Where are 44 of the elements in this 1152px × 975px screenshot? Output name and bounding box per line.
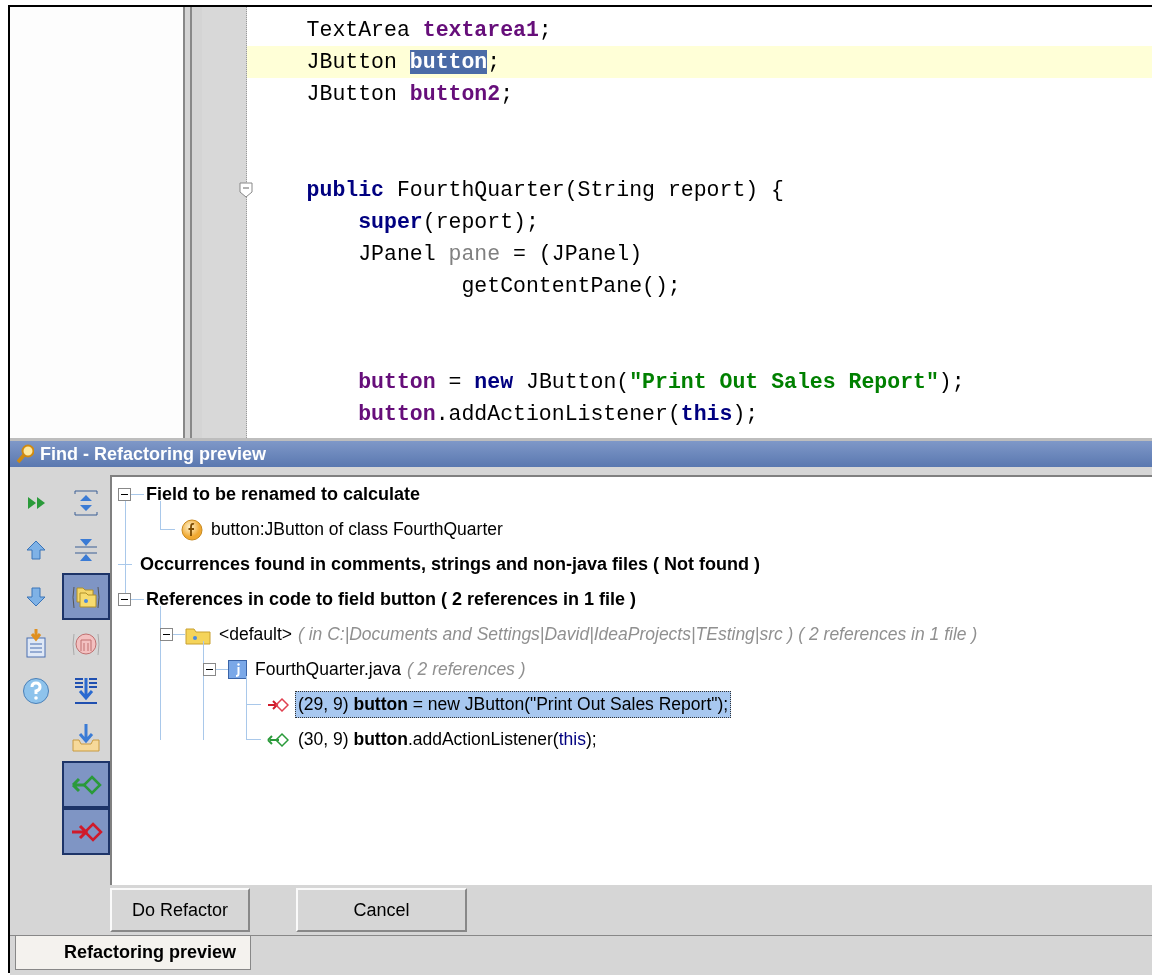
collapse-toggle[interactable] — [118, 593, 131, 606]
collapse-toggle[interactable] — [203, 663, 216, 676]
code-line: TextArea textarea1; — [305, 17, 553, 44]
read-access-toggle[interactable] — [62, 761, 110, 808]
export-icon — [25, 629, 47, 658]
code-line: getContentPane(); — [460, 273, 682, 300]
folders-toggle[interactable] — [62, 573, 110, 620]
tree-node-note: ( 2 references ) — [406, 659, 526, 680]
down-arrow-icon — [26, 586, 46, 607]
tree-group-heading[interactable]: Occurrences found in comments, strings and non-java files ( Not found ) — [138, 552, 763, 577]
code-line: JButton button2; — [305, 81, 515, 108]
help-icon — [22, 676, 50, 705]
splitter-bar[interactable] — [190, 7, 202, 438]
fold-marker-icon — [239, 182, 253, 198]
code-line: button = new JButton("Print Out Sales Report"); — [357, 369, 966, 396]
field-icon — [181, 518, 203, 541]
search-icon — [16, 444, 34, 464]
collapse-toggle[interactable] — [160, 628, 173, 641]
usage-entry[interactable]: (30, 9) button.addActionListener(this); — [295, 726, 600, 753]
read-access-icon — [267, 730, 289, 749]
collapse-toggle[interactable] — [118, 488, 131, 501]
code-line: public FourthQuarter(String report) { — [305, 177, 785, 204]
tree-group-heading[interactable]: References in code to field button ( 2 references in 1 file ) — [144, 587, 639, 612]
write-access-toggle[interactable] — [62, 808, 110, 855]
write-access-icon — [267, 695, 289, 714]
tree-node-label[interactable]: <default> — [217, 622, 294, 647]
up-arrow-icon — [26, 539, 46, 560]
import-icon — [71, 723, 101, 752]
tree-node-note: ( in C:|Documents and Settings|David|IdeaProjects|TEsting|src ) ( 2 references in 1 file ) — [298, 624, 978, 645]
tool-window-tab[interactable]: Refactoring preview — [15, 936, 252, 970]
autoscroll-icon — [72, 676, 100, 705]
usage-entry[interactable]: (29, 9) button = new JButton("Print Out Sales Report"); — [295, 691, 732, 718]
dialog-button[interactable]: Cancel — [296, 888, 467, 932]
java-file-icon — [228, 660, 247, 679]
tree-group-heading[interactable]: Field to be renamed to calculate — [144, 482, 423, 507]
code-line: super(report); — [357, 209, 540, 236]
code-line: JPanel pane = (JPanel) — [357, 241, 644, 268]
tree-node-label[interactable]: button:JButton of class FourthQuarter — [209, 517, 505, 542]
tree-node-label[interactable]: FourthQuarter.java — [253, 657, 403, 682]
expand-all-icon — [73, 488, 99, 517]
splitter-bar[interactable] — [183, 7, 190, 438]
code-line: button.addActionListener(this); — [357, 401, 760, 428]
dialog-button[interactable]: Do Refactor — [110, 888, 250, 932]
panel-title: Find - Refactoring preview — [40, 443, 267, 465]
